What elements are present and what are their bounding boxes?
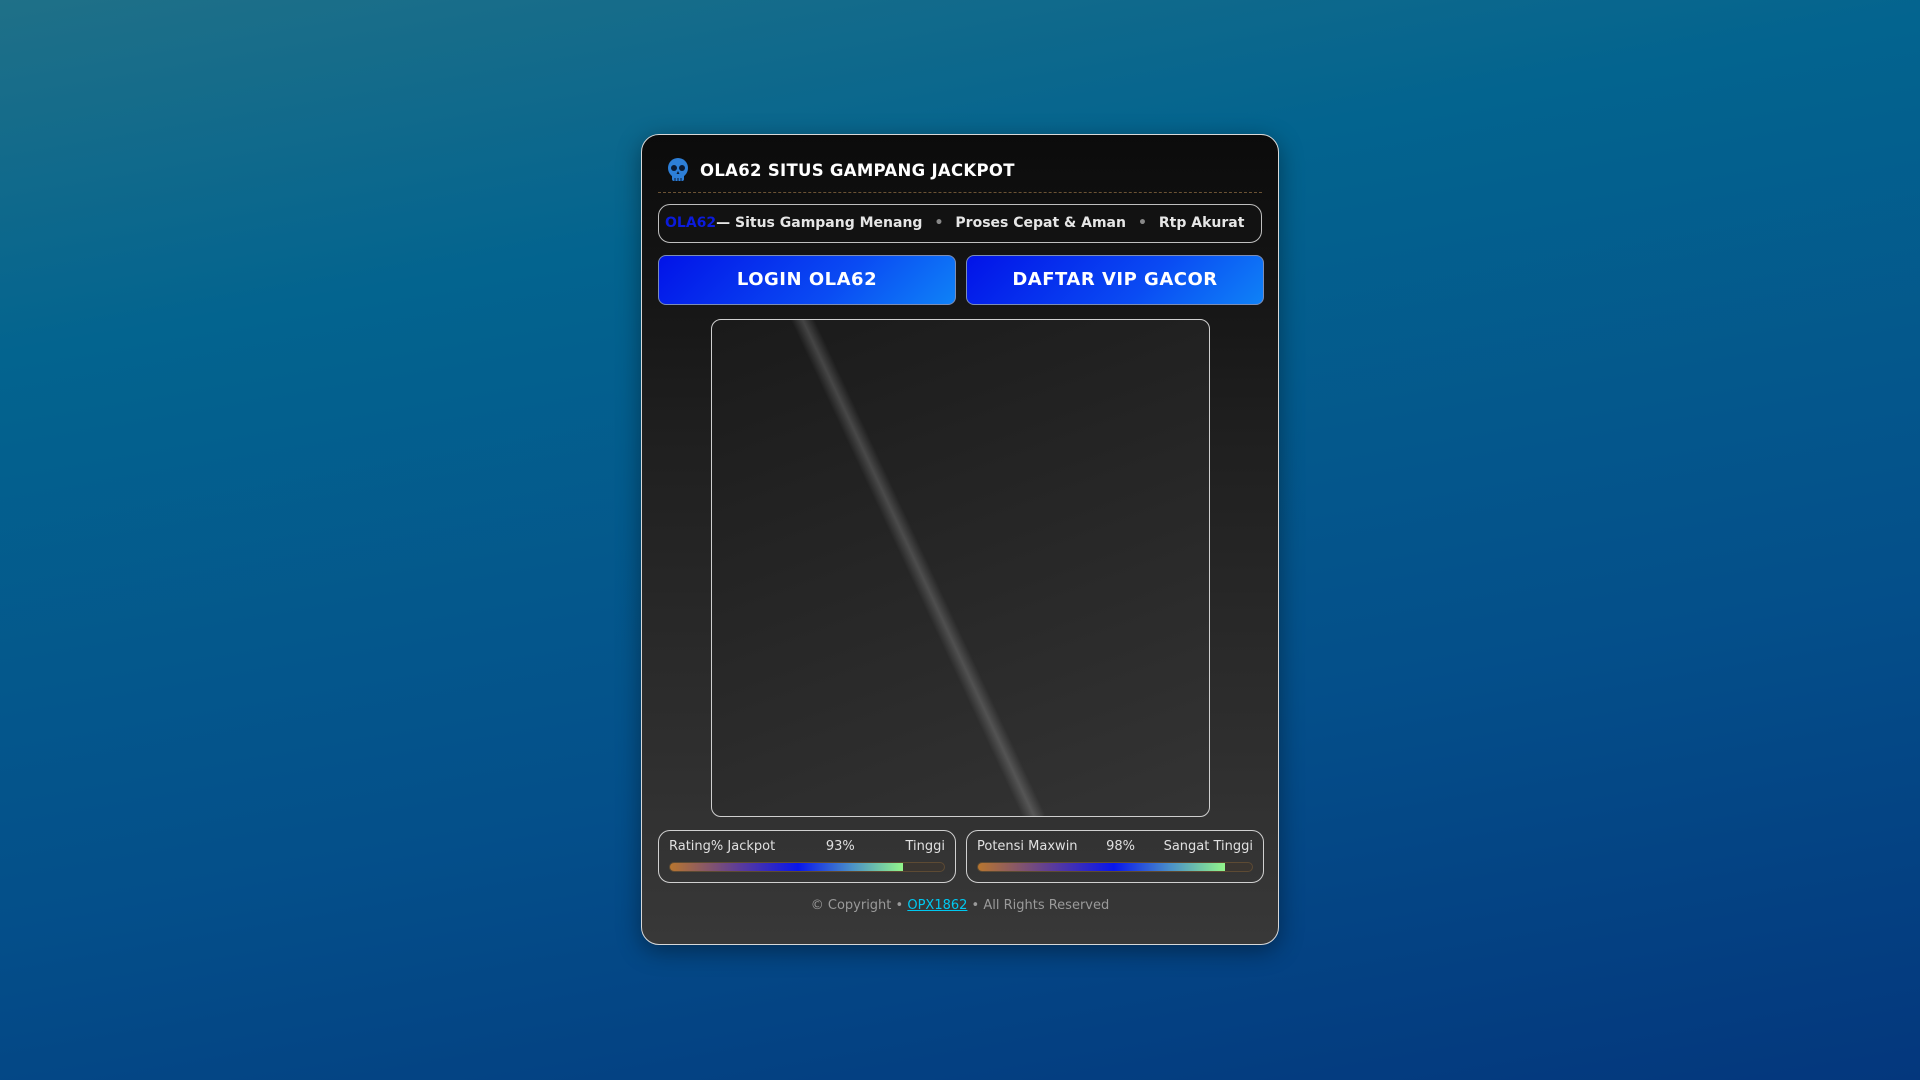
shine-effect xyxy=(772,320,1046,816)
progress-fill xyxy=(670,863,903,871)
login-button[interactable]: LOGIN OLA62 xyxy=(658,255,956,305)
marquee-brand: OLA62 xyxy=(665,215,717,231)
marquee-item: — Situs Gampang Menang xyxy=(716,215,923,231)
stat-value: 93% xyxy=(825,839,855,854)
stat-level: Sangat Tinggi xyxy=(1163,839,1253,854)
site-title: OLA62 SITUS GAMPANG JACKPOT xyxy=(700,160,1015,180)
main-card: OLA62 SITUS GAMPANG JACKPOT OLA62— Situs… xyxy=(641,134,1279,945)
marquee-item: Rtp Akurat xyxy=(1158,215,1245,231)
stat-label: Rating% Jackpot xyxy=(669,839,776,854)
footer: © Copyright • OPX1862 • All Rights Reser… xyxy=(642,898,1278,913)
skull-icon xyxy=(668,158,688,181)
rights-text: • All Rights Reserved xyxy=(971,898,1110,913)
banner-image xyxy=(711,319,1210,817)
progress-bar xyxy=(977,862,1253,872)
stat-label: Potensi Maxwin xyxy=(977,839,1078,854)
progress-fill xyxy=(978,863,1225,871)
register-button[interactable]: DAFTAR VIP GACOR xyxy=(966,255,1264,305)
progress-bar xyxy=(669,862,945,872)
divider xyxy=(658,192,1262,193)
stat-level: Tinggi xyxy=(905,839,945,854)
news-marquee: OLA62— Situs Gampang Menang • Proses Cepat… xyxy=(658,204,1262,243)
copyright-text: © Copyright • xyxy=(810,898,904,913)
marquee-item: Proses Cepat & Aman xyxy=(955,215,1126,231)
stat-jackpot: Rating% Jackpot 93% Tinggi xyxy=(658,830,956,883)
header: OLA62 SITUS GAMPANG JACKPOT xyxy=(666,157,1015,183)
stat-maxwin: Potensi Maxwin 98% Sangat Tinggi xyxy=(966,830,1264,883)
marquee-separator: • xyxy=(1137,215,1147,231)
marquee-separator: • xyxy=(934,215,944,231)
stat-value: 98% xyxy=(1106,839,1136,854)
footer-link[interactable]: OPX1862 xyxy=(907,898,967,913)
